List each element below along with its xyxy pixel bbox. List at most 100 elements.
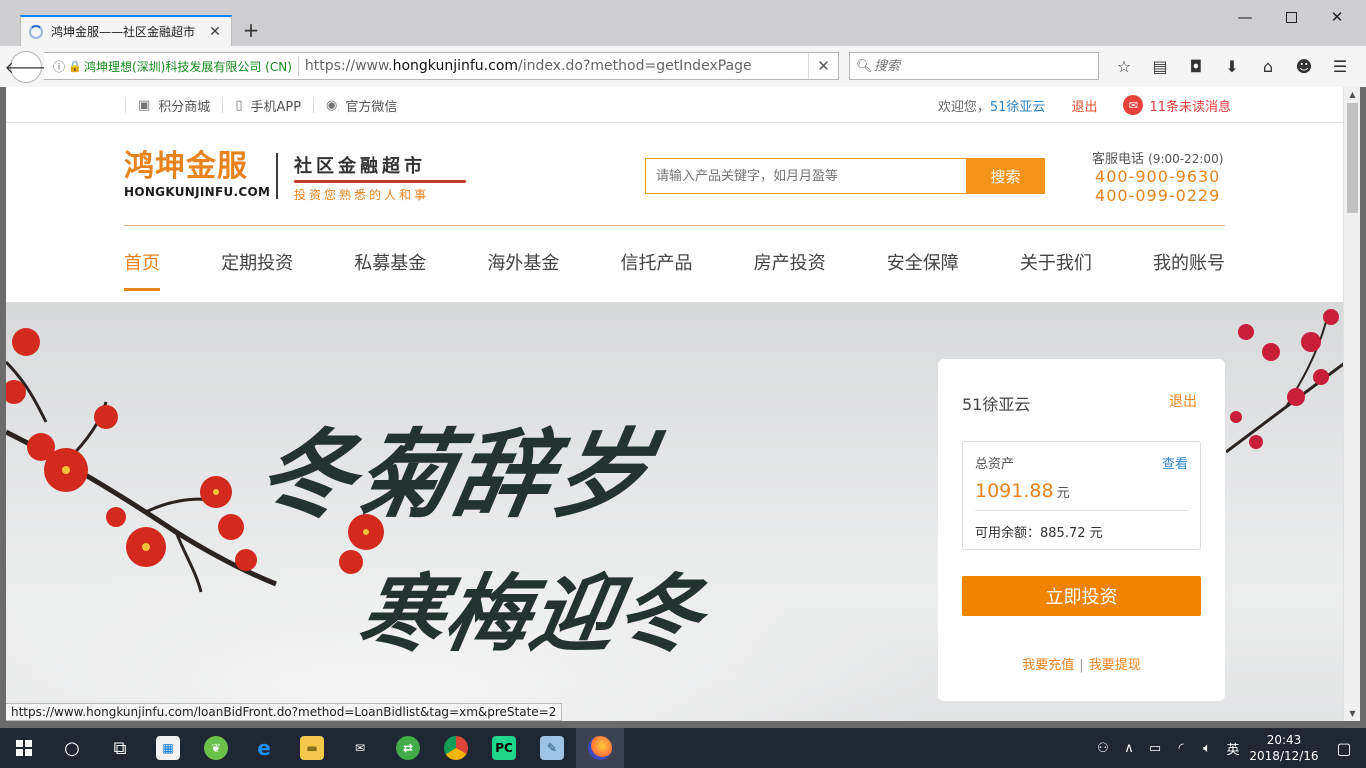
pocket-icon[interactable]: ◘ (1178, 56, 1214, 78)
nav-overseas-fund[interactable]: 海外基金 (487, 226, 559, 302)
edge-browser-icon[interactable]: e (240, 728, 288, 768)
store-app-icon[interactable]: ▦ (144, 728, 192, 768)
volume-icon[interactable]: 🔈︎ (1194, 741, 1220, 756)
download-icon[interactable]: ⬇ (1214, 56, 1250, 78)
banner-headline-2: 寒梅迎冬 (351, 564, 713, 663)
nav-trust-products[interactable]: 信托产品 (621, 226, 693, 302)
scroll-up-icon[interactable]: ▲ (1344, 87, 1361, 102)
green-browser-icon[interactable]: ⇄ (384, 728, 432, 768)
scroll-down-icon[interactable]: ▼ (1344, 706, 1361, 721)
loading-icon (29, 24, 43, 39)
people-icon[interactable]: ⚇ (1090, 741, 1116, 756)
nav-security[interactable]: 安全保障 (887, 226, 959, 302)
site-identity[interactable]: 鸿坤理想(深圳)科技发展有限公司 (CN) (84, 58, 292, 75)
main-navigation: 首页 定期投资 私募基金 海外基金 信托产品 房产投资 安全保障 关于我们 我的… (124, 226, 1225, 302)
browser-tab[interactable]: 鸿坤金服——社区金融超市 ✕ (20, 15, 232, 46)
browser-search-input[interactable] (874, 58, 1074, 74)
close-tab-icon[interactable]: ✕ (207, 24, 223, 40)
lock-icon[interactable]: 🔒 (68, 60, 82, 73)
maximize-button[interactable] (1268, 6, 1314, 28)
hotline-phone-1: 400-900-9630 (1095, 167, 1221, 186)
slogan-sub: 投资您熟悉的人和事 (294, 188, 430, 202)
clock-time: 20:43 (1266, 733, 1302, 747)
welcome-text: 欢迎您， (937, 99, 990, 115)
search-icon: 🔍︎ (856, 58, 873, 74)
bookmark-star-icon[interactable]: ☆ (1106, 56, 1142, 78)
site-topbar: ▣ 积分商城 ▯ 手机APP ◉ 官方微信 欢迎您， 51徐亚云 退出 ✉ 11… (6, 87, 1343, 123)
customer-hotline: 客服电话 (9:00-22:00) 400-900-9630 400-099-0… (1092, 148, 1223, 205)
points-mall-link[interactable]: ▣ 积分商城 (125, 97, 222, 115)
browser-window: 鸿坤金服——社区金融超市 ✕ + — ✕ 🡐 ⓘ 🔒 鸿坤理想(深圳)科技发展有… (0, 0, 1366, 87)
url-text[interactable]: https://www.hongkunjinfu.com/index.do?me… (305, 58, 808, 74)
total-assets-label: 总资产 (975, 457, 1015, 472)
firefox-icon[interactable] (576, 728, 624, 768)
file-explorer-icon[interactable]: ▬ (288, 728, 336, 768)
username-link[interactable]: 51徐亚云 (990, 96, 1046, 115)
link-status-bar: https://www.hongkunjinfu.com/loanBidFron… (6, 703, 563, 721)
stop-icon[interactable]: ✕ (808, 53, 838, 79)
clock-date: 2018/12/16 (1249, 749, 1319, 763)
task-view-icon[interactable]: ⧉ (96, 728, 144, 768)
chrome-icon[interactable] (432, 728, 480, 768)
hotline-phone-2: 400-099-0229 (1095, 186, 1221, 205)
available-balance: 可用余额：885.72 元 (975, 526, 1103, 541)
nav-property-investment[interactable]: 房产投资 (754, 226, 826, 302)
site-header: 鸿坤金服 HONGKUNJINFU.COM 社区金融超市 投资您熟悉的人和事 搜… (6, 124, 1343, 226)
address-bar[interactable]: ⓘ 🔒 鸿坤理想(深圳)科技发展有限公司 (CN) https://www.ho… (44, 52, 839, 80)
user-status: 欢迎您， 51徐亚云 退出 ✉ 11条未读消息 (938, 87, 1231, 123)
mail-icon[interactable]: ✉ (1123, 95, 1144, 115)
withdraw-link[interactable]: 我要提现 (1089, 658, 1141, 673)
product-search-input[interactable] (645, 158, 966, 194)
notification-center-icon[interactable]: ▢ (1322, 739, 1366, 758)
browser-search-box[interactable]: 🔍︎ (849, 52, 1099, 80)
tab-strip: 鸿坤金服——社区金融超市 ✕ + — ✕ (0, 0, 1366, 46)
home-icon[interactable]: ⌂ (1250, 56, 1286, 78)
mobile-app-link[interactable]: ▯ 手机APP (222, 97, 313, 115)
asset-box: 总资产 查看 1091.88 元 可用余额：885.72 元 (962, 441, 1201, 550)
pycharm-icon[interactable]: PC (480, 728, 528, 768)
new-tab-button[interactable]: + (241, 19, 261, 41)
start-button[interactable] (0, 728, 48, 768)
nav-fixed-investment[interactable]: 定期投资 (221, 226, 293, 302)
invest-now-button[interactable]: 立即投资 (962, 576, 1201, 616)
info-icon[interactable]: ⓘ (50, 58, 68, 75)
product-search-button[interactable]: 搜索 (966, 158, 1045, 194)
logo-chinese: 鸿坤金服 (124, 149, 248, 184)
nav-home[interactable]: 首页 (124, 226, 160, 302)
store-icon: ▣ (138, 97, 151, 113)
nav-about-us[interactable]: 关于我们 (1020, 226, 1092, 302)
view-assets-link[interactable]: 查看 (1162, 453, 1188, 472)
smiley-icon[interactable]: ☻ (1286, 56, 1322, 78)
leaf-app-icon[interactable]: ❦ (192, 728, 240, 768)
nav-private-fund[interactable]: 私募基金 (354, 226, 426, 302)
battery-icon[interactable]: ▭ (1142, 741, 1168, 756)
mail-app-icon[interactable]: ✉ (336, 728, 384, 768)
page-scrollbar[interactable]: ▲ ▼ (1343, 87, 1360, 721)
notes-app-icon[interactable]: ✎ (528, 728, 576, 768)
clock[interactable]: 20:43 2018/12/16 (1246, 732, 1322, 764)
unread-messages-link[interactable]: 11条未读消息 (1149, 96, 1231, 115)
menu-icon[interactable]: ☰ (1322, 56, 1358, 78)
recharge-link[interactable]: 我要充值 (1022, 658, 1074, 673)
windows-taskbar: ○ ⧉ ▦ ❦ e ▬ ✉ ⇄ PC ✎ ⚇ ∧ ▭ ◜ 🔈︎ 英 20:43 … (0, 728, 1366, 768)
back-button[interactable]: 🡐 (5, 51, 47, 83)
tab-title: 鸿坤金服——社区金融超市 (51, 25, 196, 39)
navigation-toolbar: 🡐 ⓘ 🔒 鸿坤理想(深圳)科技发展有限公司 (CN) https://www.… (0, 46, 1366, 87)
site-logo[interactable]: 鸿坤金服 HONGKUNJINFU.COM (124, 149, 270, 200)
ime-indicator[interactable]: 英 (1220, 739, 1246, 758)
reader-view-icon[interactable]: ▤ (1142, 56, 1178, 78)
logout-link[interactable]: 退出 (1071, 96, 1097, 115)
nav-my-account[interactable]: 我的账号 (1153, 226, 1225, 302)
card-logout-link[interactable]: 退出 (1169, 391, 1197, 411)
topbar-links: ▣ 积分商城 ▯ 手机APP ◉ 官方微信 (125, 87, 409, 123)
hero-banner[interactable]: 冬菊辞岁 寒梅迎冬 51徐亚云 退出 总资产 查看 1091.88 元 可用余额：… (6, 302, 1343, 721)
phone-icon: ▯ (235, 97, 243, 113)
wechat-link[interactable]: ◉ 官方微信 (313, 97, 409, 115)
scroll-thumb[interactable] (1347, 103, 1358, 213)
show-hidden-icons[interactable]: ∧ (1116, 741, 1142, 756)
wifi-icon[interactable]: ◜ (1168, 741, 1194, 756)
cortana-search-icon[interactable]: ○ (48, 728, 96, 768)
slogan: 社区金融超市 投资您熟悉的人和事 (294, 152, 466, 203)
minimize-button[interactable]: — (1222, 6, 1268, 28)
close-window-button[interactable]: ✕ (1314, 6, 1360, 28)
